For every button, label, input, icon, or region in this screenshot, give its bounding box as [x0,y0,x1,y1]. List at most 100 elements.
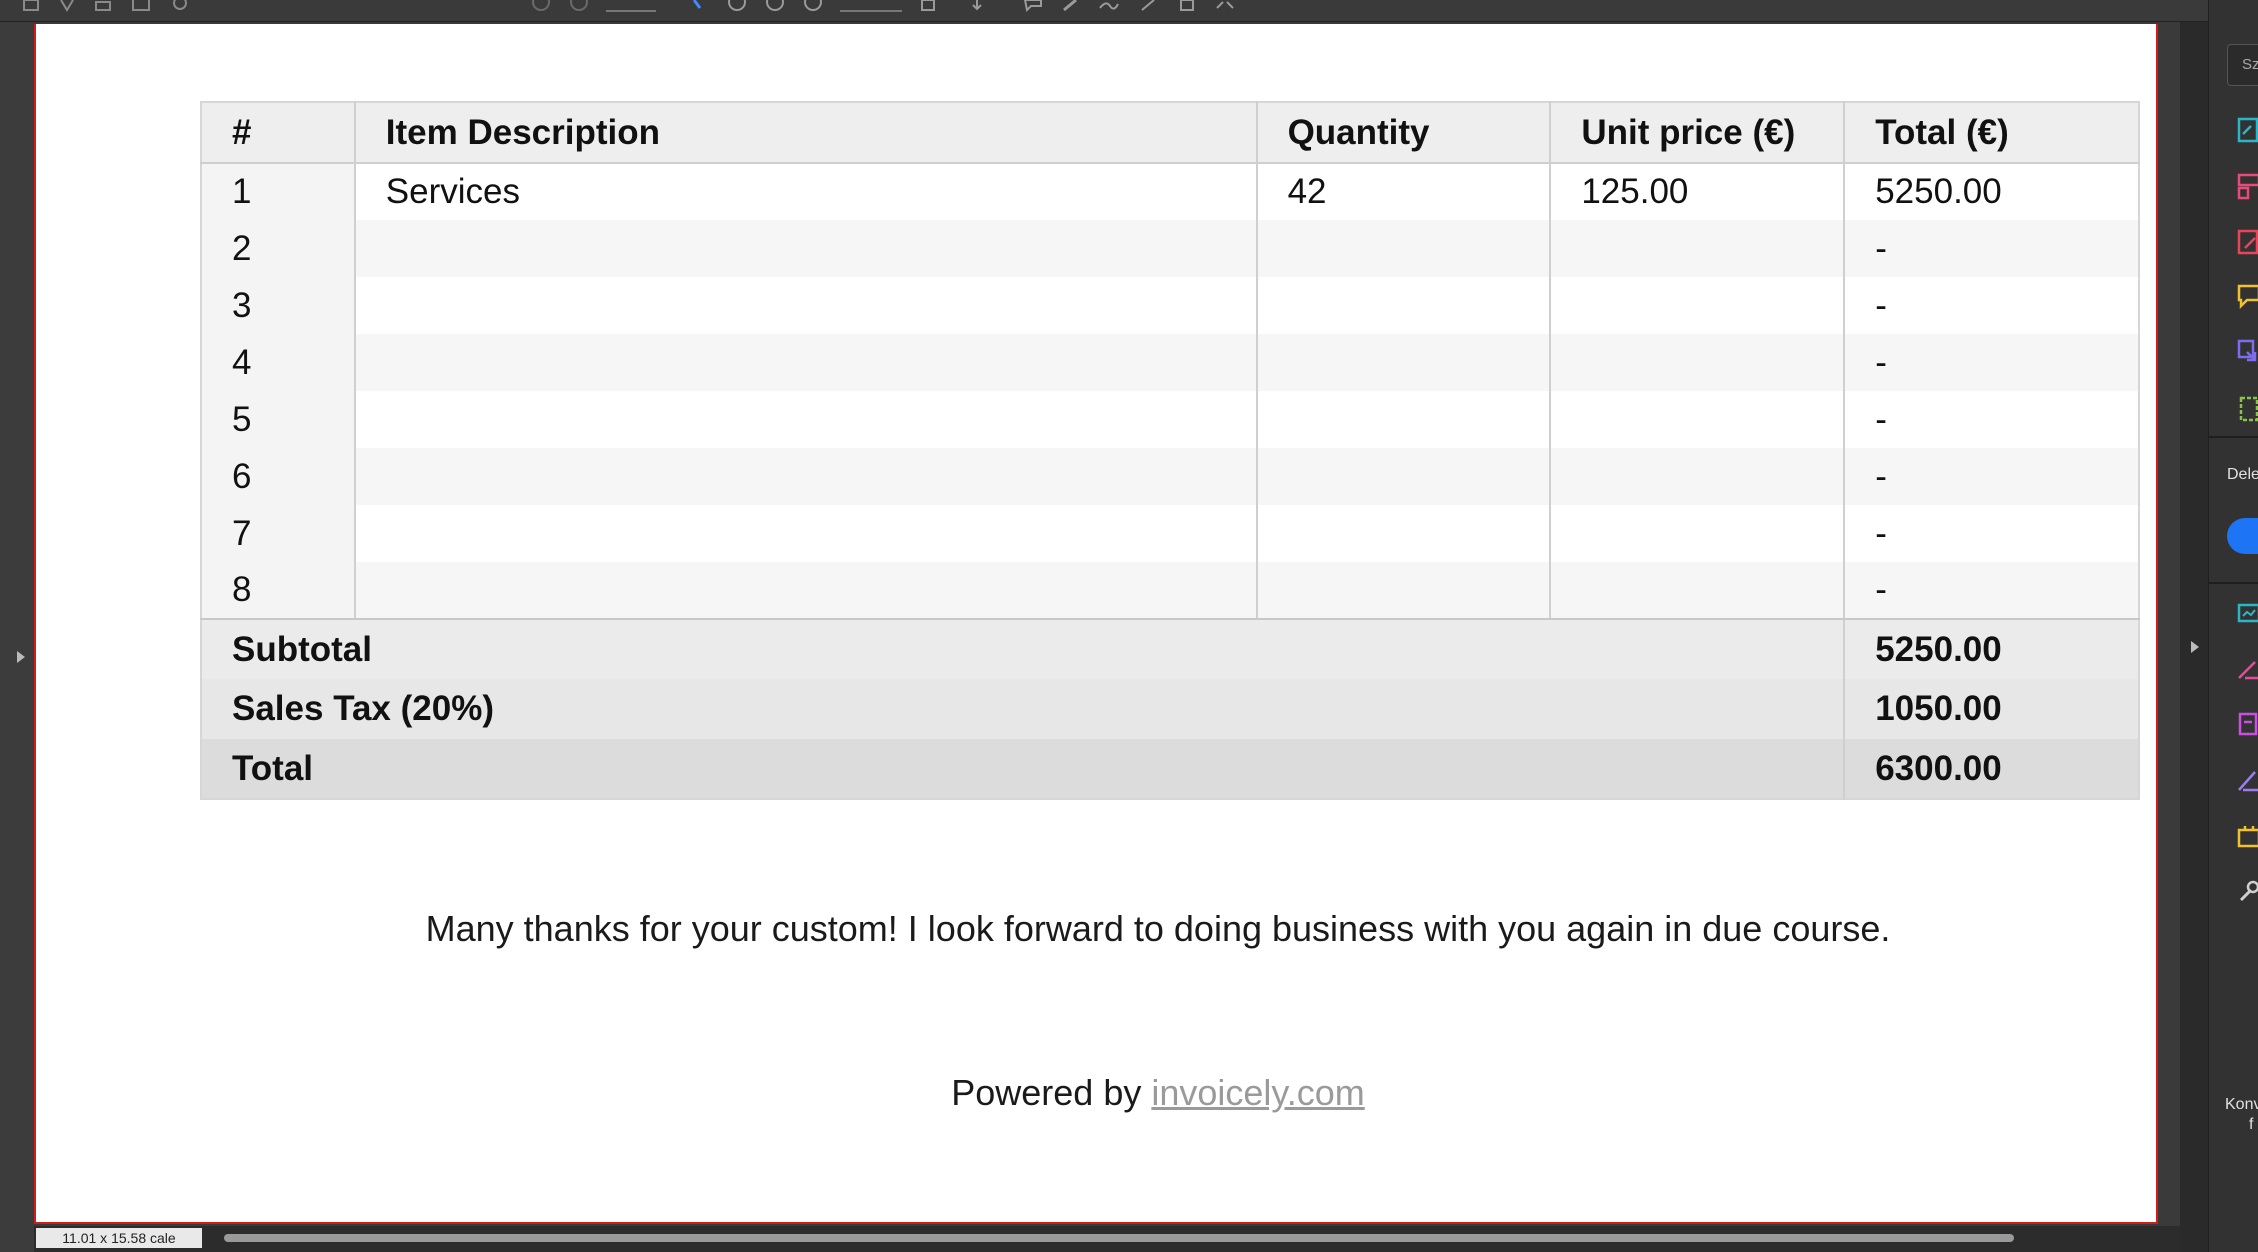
bookmark-icon[interactable] [56,0,78,14]
header-quantity: Quantity [1256,102,1552,164]
fill-sign-icon[interactable] [2235,600,2258,630]
top-toolbar [0,0,2258,22]
item-quantity [1256,448,1552,505]
scan-icon[interactable] [2235,822,2258,852]
zoom-level-field[interactable] [840,0,902,12]
home-icon[interactable] [20,0,42,14]
zoom-out-icon[interactable] [764,0,786,14]
item-description [354,562,1258,620]
powered-by-label: Powered by [951,1072,1142,1113]
zoom-in-icon[interactable] [802,0,824,14]
right-pane-divider [2180,22,2208,1252]
item-quantity [1256,505,1552,562]
page-number-field[interactable] [606,0,656,12]
page-size-indicator: 11.01 x 15.58 cale [36,1228,202,1248]
pane-divider [2209,582,2258,584]
item-total: - [1875,228,1887,268]
item-total: - [1875,513,1887,553]
request-signature-icon[interactable] [2235,710,2258,740]
item-number: 5 [201,391,356,448]
item-unit-price [1550,334,1846,391]
print-icon[interactable] [92,0,114,14]
organize-pages-icon[interactable] [2235,172,2258,202]
draw-icon[interactable] [1138,0,1160,14]
item-total: 5250.00 [1875,172,2002,211]
tools-search-input[interactable]: Sz [2227,44,2258,86]
table-row: 7 - [201,505,2139,562]
pane-section-label: Dele [2227,466,2258,483]
item-unit-price: 125.00 [1550,163,1846,220]
item-number: 2 [201,220,356,277]
convert-label-continued: f [2249,1116,2254,1133]
document-viewport[interactable]: # Item Description Quantity Unit price (… [34,22,2205,1232]
item-total: - [1844,562,2139,620]
page-up-icon[interactable] [530,0,552,14]
table-row: 1 Services 42 125.00 5250.00 [201,163,2139,220]
item-description [354,448,1258,505]
convert-label: Konv [2225,1096,2258,1113]
table-row: 8 - [201,562,2139,620]
item-total: - [1875,399,1887,439]
delete-icon[interactable] [1176,0,1198,14]
edit-pdf-icon[interactable] [2235,228,2258,258]
item-quantity [1256,391,1552,448]
item-total: - [1875,285,1887,325]
item-number: 4 [201,334,356,391]
total-row: Total 6300.00 [201,739,2139,799]
header-number: # [201,102,356,164]
fit-page-icon[interactable] [918,0,940,14]
more-tools-icon[interactable] [1214,0,1236,14]
item-total: - [1875,342,1887,382]
item-description [354,277,1258,334]
pane-action-button[interactable] [2227,518,2258,554]
total-label: Total [201,739,1846,799]
export-pdf-icon[interactable] [2235,116,2258,146]
compress-icon[interactable] [2235,394,2258,424]
table-row: 4 - [201,334,2139,391]
item-quantity [1256,562,1552,620]
subtotal-label: Subtotal [201,619,1846,679]
item-number: 6 [201,448,356,505]
item-unit-price [1550,505,1846,562]
item-number: 3 [201,277,356,334]
item-unit-price [1550,391,1846,448]
more-tools-icon[interactable] [2235,878,2258,908]
scroll-icon[interactable] [966,0,988,14]
highlight-icon[interactable] [1060,0,1082,14]
thanks-message: Many thanks for your custom! I look forw… [425,908,1891,949]
item-description: Services [354,163,1258,220]
expand-left-pane-icon[interactable] [14,646,28,668]
combine-files-icon[interactable] [2235,338,2258,368]
comment-icon[interactable] [1022,0,1044,14]
mail-icon[interactable] [130,0,152,14]
header-unit-price: Unit price (€) [1550,102,1846,164]
horizontal-scrollbar[interactable] [224,1234,2014,1242]
invoicely-link[interactable]: invoicely.com [1151,1072,1364,1113]
comment-tool-icon[interactable] [2235,282,2258,312]
subtotal-value: 5250.00 [1875,629,2002,669]
search-icon[interactable] [170,0,192,14]
sign-icon[interactable] [1098,0,1120,14]
item-total: - [1875,456,1887,496]
item-number: 1 [201,163,356,220]
item-unit-price [1550,448,1846,505]
draw-tool-icon[interactable] [2235,766,2258,796]
header-total: Total (€) [1844,102,2139,164]
table-row: 5 - [201,391,2139,448]
status-bar: 11.01 x 15.58 cale [34,1226,2186,1252]
document-page: # Item Description Quantity Unit price (… [34,24,2158,1224]
item-description [354,391,1258,448]
select-cursor-icon[interactable] [686,0,708,14]
protect-icon[interactable] [2235,654,2258,684]
sales-tax-value: 1050.00 [1875,689,2002,728]
table-row: 2 - [201,220,2139,277]
item-quantity [1256,220,1552,277]
item-unit-price [1550,277,1846,334]
item-description [354,505,1258,562]
pane-divider [2209,436,2258,438]
hand-icon[interactable] [726,0,748,14]
table-row: 6 - [201,448,2139,505]
invoice-items-table: # Item Description Quantity Unit price (… [200,101,2140,800]
collapse-right-pane-icon[interactable] [2188,636,2202,658]
page-down-icon[interactable] [568,0,590,14]
